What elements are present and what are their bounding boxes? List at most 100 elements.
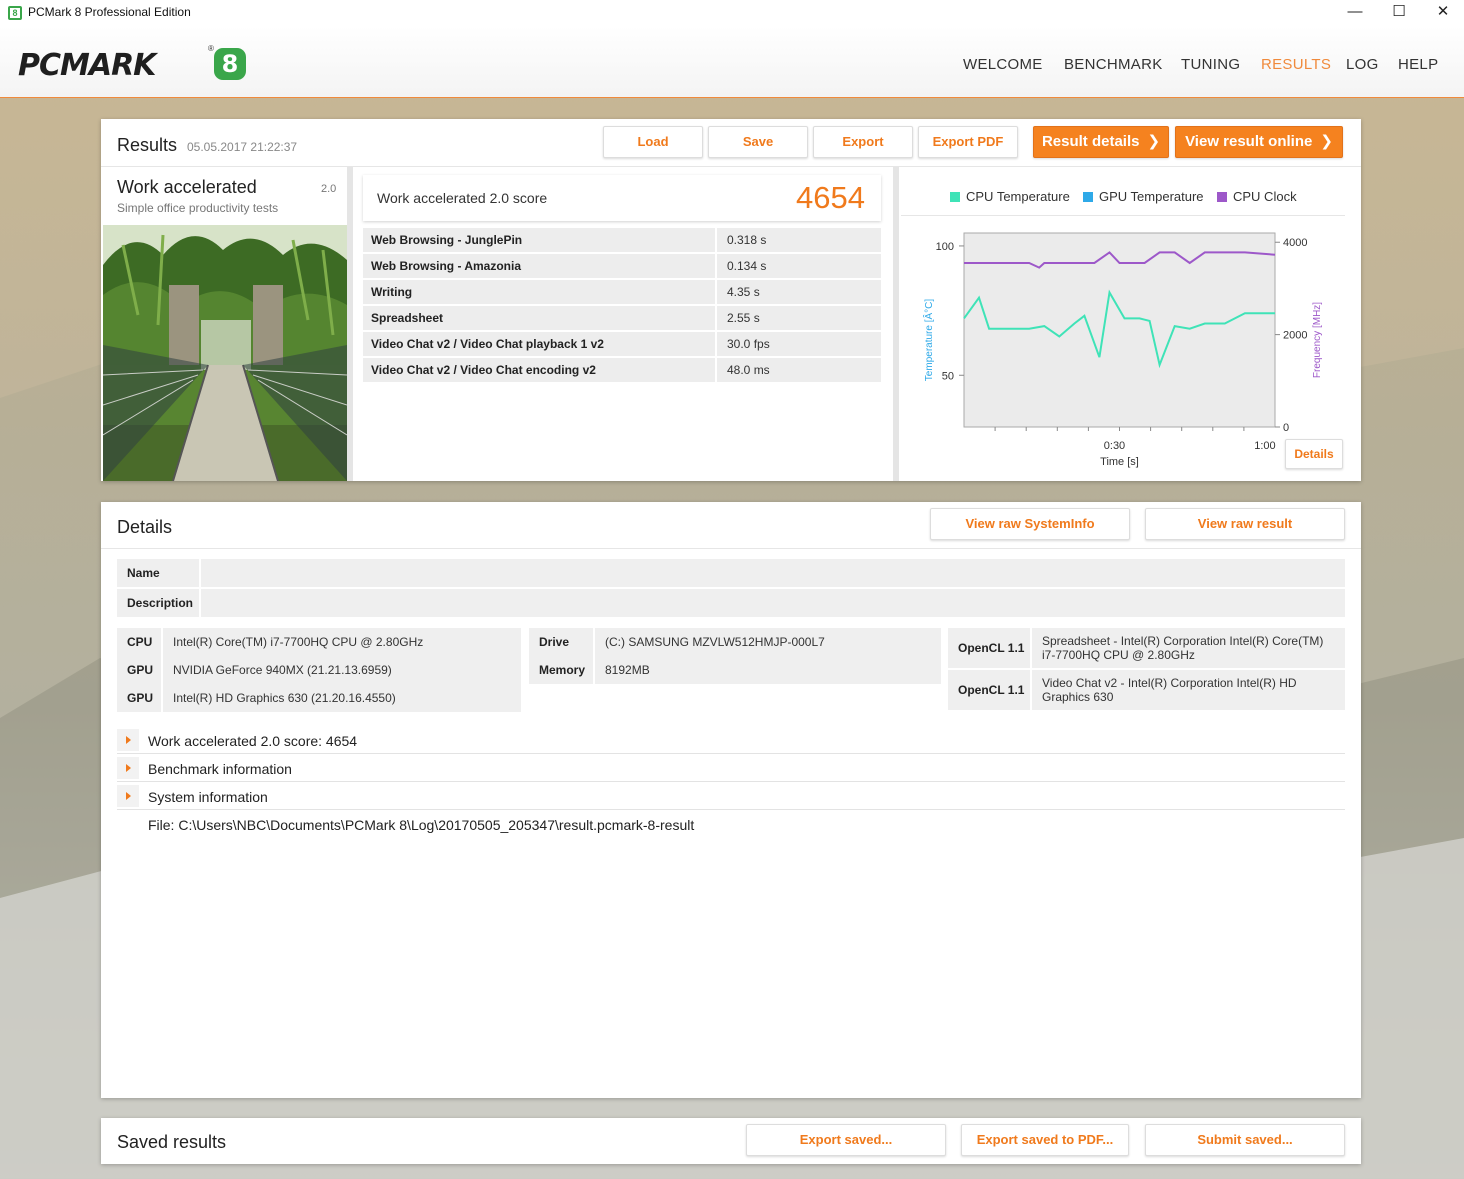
chevron-right-icon: ❯ bbox=[1320, 133, 1333, 150]
storage-row: Memory 8192MB bbox=[529, 656, 941, 684]
metric-value: 48.0 ms bbox=[715, 358, 881, 382]
export-pdf-button[interactable]: Export PDF bbox=[918, 126, 1018, 158]
export-saved-pdf-button[interactable]: Export saved to PDF... bbox=[961, 1124, 1129, 1156]
name-row: Name bbox=[117, 559, 1345, 587]
expand-arrow-icon[interactable] bbox=[117, 785, 139, 807]
benchmark-version: 2.0 bbox=[321, 183, 337, 195]
pcmark-8-logo-icon: 8 bbox=[214, 48, 246, 80]
storage-value: (C:) SAMSUNG MZVLW512HMJP-000L7 bbox=[593, 628, 941, 656]
system-row: CPU Intel(R) Core(TM) i7-7700HQ CPU @ 2.… bbox=[117, 628, 521, 656]
x-tick-label: 1:00 bbox=[1254, 440, 1275, 452]
system-row: GPU NVIDIA GeForce 940MX (21.21.13.6959) bbox=[117, 656, 521, 684]
y-right-tick-label: 4000 bbox=[1283, 237, 1307, 249]
save-button[interactable]: Save bbox=[708, 126, 808, 158]
x-axis-label: Time [s] bbox=[1100, 456, 1139, 468]
legend-divider bbox=[901, 215, 1345, 216]
view-result-online-label: View result online bbox=[1185, 133, 1313, 150]
details-header-divider bbox=[101, 548, 1361, 549]
results-header-divider bbox=[101, 166, 1361, 167]
expander-label: System information bbox=[148, 789, 268, 805]
system-row: GPU Intel(R) HD Graphics 630 (21.20.16.4… bbox=[117, 684, 521, 712]
y-right-tick-label: 2000 bbox=[1283, 330, 1307, 342]
name-label: Name bbox=[127, 566, 160, 580]
nav-benchmark[interactable]: BENCHMARK bbox=[1064, 56, 1163, 73]
results-date: 05.05.2017 21:22:37 bbox=[187, 140, 298, 154]
metric-name: Web Browsing - Amazonia bbox=[371, 259, 522, 273]
legend-label: GPU Temperature bbox=[1099, 189, 1204, 204]
app-header: PCMARK ® 8 WELCOME BENCHMARK TUNING RESU… bbox=[0, 26, 1464, 98]
metric-name: Spreadsheet bbox=[371, 311, 444, 325]
legend-label: CPU Temperature bbox=[966, 189, 1070, 204]
opencl-row: OpenCL 1.1 Video Chat v2 - Intel(R) Corp… bbox=[948, 670, 1345, 710]
saved-results-title: Saved results bbox=[117, 1132, 227, 1152]
metric-row: Web Browsing - JunglePin 0.318 s bbox=[363, 228, 881, 252]
chevron-right-icon: ❯ bbox=[1147, 133, 1161, 150]
view-raw-systeminfo-button[interactable]: View raw SystemInfo bbox=[930, 508, 1130, 540]
description-row: Description bbox=[117, 589, 1345, 617]
legend-swatch bbox=[950, 192, 960, 202]
result-details-label: Result details bbox=[1041, 133, 1140, 150]
export-button[interactable]: Export bbox=[813, 126, 913, 158]
close-button[interactable]: ✕ bbox=[1420, 0, 1464, 26]
view-raw-result-button[interactable]: View raw result bbox=[1145, 508, 1345, 540]
expander-label: Benchmark information bbox=[148, 761, 292, 777]
storage-row: Drive (C:) SAMSUNG MZVLW512HMJP-000L7 bbox=[529, 628, 941, 656]
legend-cpu-clock: CPU Clock bbox=[1217, 189, 1297, 204]
metric-row: Writing 4.35 s bbox=[363, 280, 881, 304]
details-panel: Details View raw SystemInfo View raw res… bbox=[101, 502, 1361, 1098]
details-title: Details bbox=[117, 517, 173, 537]
expander-benchmark-information[interactable]: Benchmark information bbox=[117, 754, 1345, 782]
description-label: Description bbox=[127, 596, 194, 610]
storage-key: Memory bbox=[539, 663, 586, 677]
nav-log[interactable]: LOG bbox=[1346, 56, 1379, 73]
expander-system-information[interactable]: System information bbox=[117, 782, 1345, 810]
description-value bbox=[199, 589, 1345, 617]
y-right-tick-label: 0 bbox=[1283, 422, 1289, 434]
metric-value: 30.0 fps bbox=[715, 332, 881, 356]
load-button[interactable]: Load bbox=[603, 126, 703, 158]
expander-score[interactable]: Work accelerated 2.0 score: 4654 bbox=[117, 726, 1345, 754]
expand-arrow-icon[interactable] bbox=[117, 729, 139, 751]
system-value: Intel(R) Core(TM) i7-7700HQ CPU @ 2.80GH… bbox=[161, 628, 521, 656]
submit-saved-button[interactable]: Submit saved... bbox=[1145, 1124, 1345, 1156]
legend-gpu-temperature: GPU Temperature bbox=[1083, 189, 1204, 204]
export-saved-button[interactable]: Export saved... bbox=[746, 1124, 946, 1156]
score-label: Work accelerated 2.0 score bbox=[377, 190, 548, 206]
benchmark-image bbox=[103, 225, 347, 481]
window-titlebar: 8 PCMark 8 Professional Edition — ☐ ✕ bbox=[0, 0, 1464, 26]
legend-swatch bbox=[1083, 192, 1093, 202]
nav-tuning[interactable]: TUNING bbox=[1181, 56, 1240, 73]
expand-arrow-icon[interactable] bbox=[117, 757, 139, 779]
nav-results[interactable]: RESULTS bbox=[1261, 56, 1331, 73]
y-left-axis-label: Temperature [Â°C] bbox=[922, 299, 935, 382]
y-left-tick-label: 50 bbox=[942, 370, 954, 382]
metric-value: 0.134 s bbox=[715, 254, 881, 278]
opencl-row: OpenCL 1.1 Spreadsheet - Intel(R) Corpor… bbox=[948, 628, 1345, 668]
system-key: GPU bbox=[127, 663, 154, 677]
result-details-button[interactable]: Result details ❯ bbox=[1033, 126, 1169, 158]
metric-value: 2.55 s bbox=[715, 306, 881, 330]
system-value: NVIDIA GeForce 940MX (21.21.13.6959) bbox=[161, 656, 521, 684]
opencl-key: OpenCL 1.1 bbox=[958, 683, 1025, 697]
nav-welcome[interactable]: WELCOME bbox=[963, 56, 1043, 73]
benchmark-name: Work accelerated bbox=[117, 177, 257, 197]
metric-name: Writing bbox=[371, 285, 413, 299]
view-result-online-button[interactable]: View result online ❯ bbox=[1175, 126, 1343, 158]
opencl-value: Video Chat v2 - Intel(R) Corporation Int… bbox=[1030, 670, 1345, 710]
saved-results-panel: Saved results Export saved... Export sav… bbox=[101, 1118, 1361, 1164]
result-file-path: File: C:\Users\NBC\Documents\PCMark 8\Lo… bbox=[148, 817, 695, 833]
metric-row: Video Chat v2 / Video Chat encoding v2 4… bbox=[363, 358, 881, 382]
chart-details-button[interactable]: Details bbox=[1285, 439, 1343, 469]
minimize-button[interactable]: — bbox=[1332, 0, 1378, 26]
x-tick-label: 0:30 bbox=[1104, 440, 1125, 452]
app-icon: 8 bbox=[8, 6, 22, 20]
storage-value: 8192MB bbox=[593, 656, 941, 684]
monitoring-chart: 100 50 4000 2000 0 0:30 1:00 Time [s] Temperatur… bbox=[922, 232, 1323, 468]
right-column-separator bbox=[893, 167, 899, 481]
score-value: 4654 bbox=[796, 180, 865, 215]
maximize-button[interactable]: ☐ bbox=[1376, 0, 1422, 26]
opencl-key: OpenCL 1.1 bbox=[958, 641, 1025, 655]
metric-name: Web Browsing - JunglePin bbox=[371, 233, 523, 247]
logo-registered-mark: ® bbox=[208, 44, 214, 53]
nav-help[interactable]: HELP bbox=[1398, 56, 1438, 73]
